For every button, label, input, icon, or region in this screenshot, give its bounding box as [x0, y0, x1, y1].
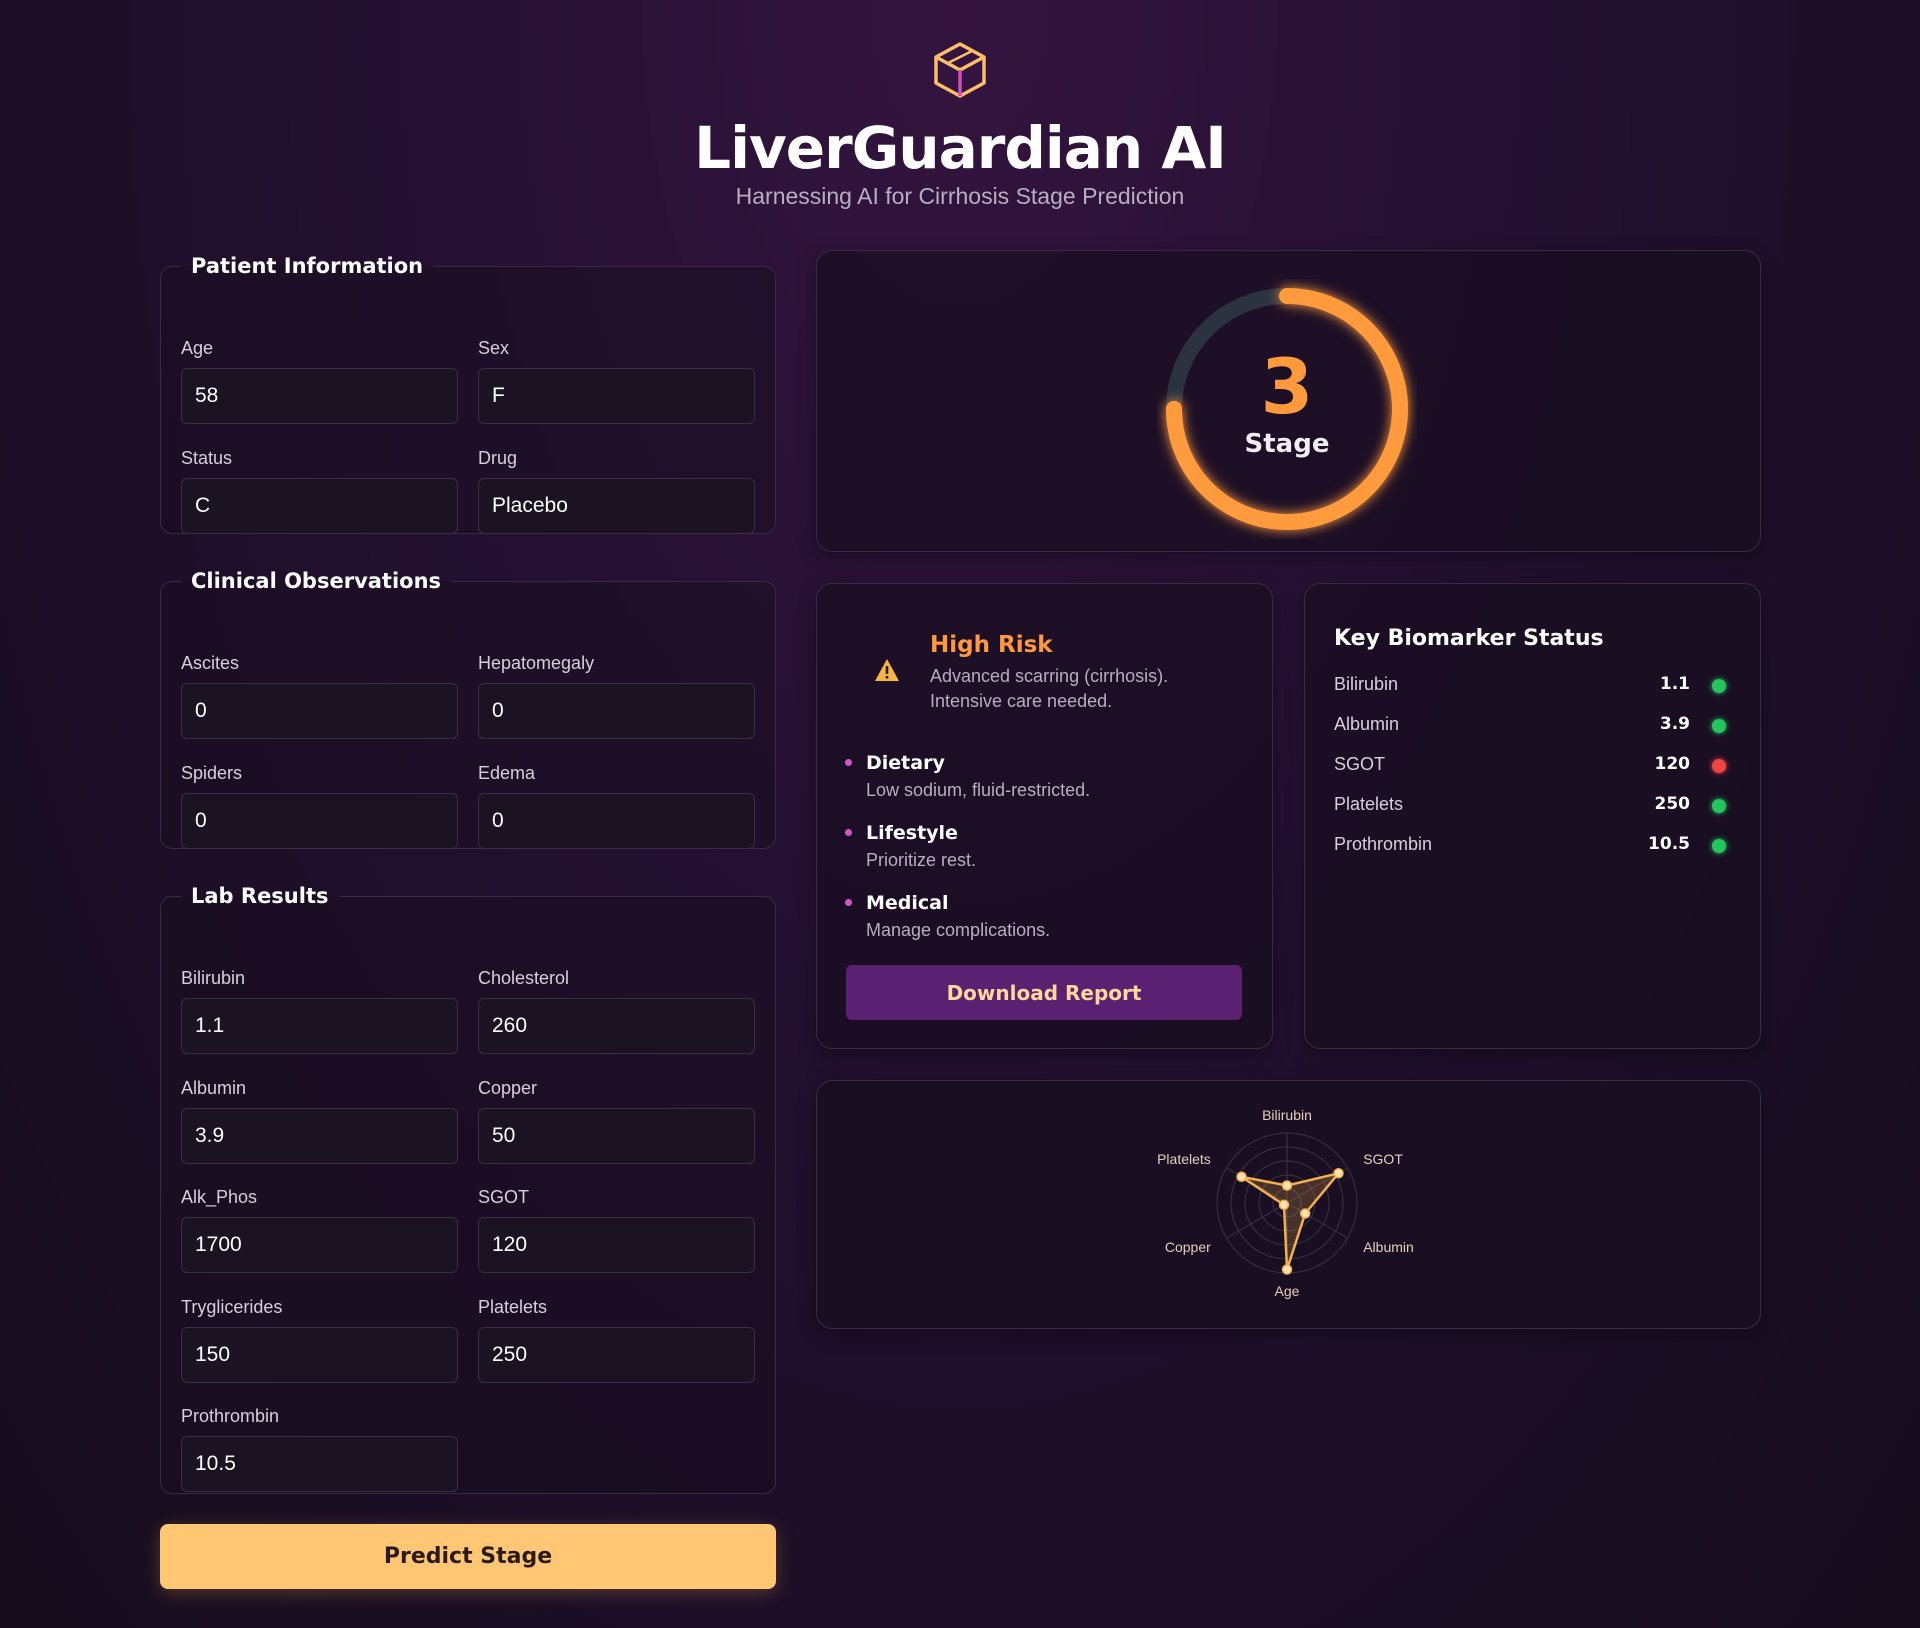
- field-label: Ascites: [181, 653, 240, 673]
- biomarker-value: 10.5: [1648, 834, 1690, 854]
- radar-point: [1333, 1168, 1344, 1179]
- biomarker-name: SGOT: [1334, 754, 1386, 774]
- radar-chart: Bilirubin SGOT Albumin Age Copper Platelets: [1157, 1107, 1414, 1299]
- recommendation-detail: Prioritize rest.: [866, 850, 977, 870]
- recommendation-heading: Dietary: [866, 752, 945, 774]
- patient-info-section: Patient Information Age Sex Status Drug: [160, 254, 776, 534]
- field-label: Alk_Phos: [181, 1187, 258, 1207]
- field-label: Age: [181, 338, 214, 358]
- radar-point: [1281, 1180, 1293, 1191]
- field-label: Tryglicerides: [181, 1297, 283, 1317]
- bullet-icon: [845, 899, 852, 906]
- biomarker-row: SGOT 120: [1334, 754, 1730, 780]
- field-label: SGOT: [478, 1187, 530, 1207]
- radar-point: [1299, 1208, 1311, 1219]
- field-label: Sex: [478, 338, 510, 358]
- field-label: Platelets: [478, 1297, 548, 1317]
- status-dot-icon: [1712, 759, 1726, 773]
- biomarker-title: Key Biomarker Status: [1334, 626, 1604, 651]
- albumin-input[interactable]: [181, 1108, 458, 1164]
- bullet-icon: [845, 759, 852, 766]
- bilirubin-input[interactable]: [181, 998, 458, 1054]
- alk-phos-input[interactable]: [181, 1217, 458, 1273]
- app-title: LiverGuardian AI: [694, 114, 1227, 182]
- copper-input[interactable]: [478, 1108, 755, 1164]
- biomarker-value: 3.9: [1659, 714, 1690, 734]
- clinical-observations-section: Clinical Observations Ascites Hepatomega…: [160, 569, 776, 849]
- section-title: Clinical Observations: [191, 569, 442, 593]
- field-label: Hepatomegaly: [478, 653, 595, 673]
- drug-input[interactable]: [478, 478, 755, 534]
- radar-axis-label: Copper: [1165, 1239, 1211, 1255]
- risk-level: High Risk: [930, 632, 1053, 658]
- risk-description: Advanced scarring (cirrhosis). Intensive…: [930, 666, 1169, 711]
- radar-axis-label: Age: [1275, 1283, 1300, 1299]
- radar-point: [1278, 1199, 1290, 1210]
- biomarker-value: 1.1: [1659, 674, 1690, 694]
- status-dot-icon: [1712, 839, 1726, 853]
- field-label: Copper: [478, 1078, 538, 1098]
- recommendation-detail: Low sodium, fluid-restricted.: [866, 780, 1091, 800]
- biomarker-name: Prothrombin: [1334, 834, 1433, 854]
- radar-point: [1281, 1264, 1293, 1275]
- field-label: Spiders: [181, 763, 243, 783]
- edema-input[interactable]: [478, 793, 755, 849]
- recommendation-heading: Lifestyle: [866, 822, 958, 844]
- age-input[interactable]: [181, 368, 458, 424]
- predict-stage-button[interactable]: Predict Stage: [160, 1524, 776, 1589]
- ascites-input[interactable]: [181, 683, 458, 739]
- biomarker-row: Platelets 250: [1334, 794, 1730, 820]
- status-dot-icon: [1712, 799, 1726, 813]
- radar-point: [1236, 1171, 1247, 1182]
- field-label: Drug: [478, 448, 518, 468]
- section-title: Lab Results: [191, 884, 329, 908]
- stage-gauge: 3 Stage: [1157, 279, 1417, 539]
- biomarker-card: Key Biomarker Status Bilirubin 1.1 Album…: [1304, 583, 1761, 1049]
- radar-chart-card: Bilirubin SGOT Albumin Age Copper Platelets: [816, 1080, 1761, 1329]
- stage-value: 3: [1260, 342, 1314, 431]
- cholesterol-input[interactable]: [478, 998, 755, 1054]
- biomarker-name: Platelets: [1334, 794, 1404, 814]
- field-label: Albumin: [181, 1078, 247, 1098]
- platelets-input[interactable]: [478, 1327, 755, 1383]
- sgot-input[interactable]: [478, 1217, 755, 1273]
- hepatomegaly-input[interactable]: [478, 683, 755, 739]
- sex-input[interactable]: [478, 368, 755, 424]
- radar-axis-label: Platelets: [1157, 1151, 1211, 1167]
- prothrombin-input[interactable]: [181, 1436, 458, 1492]
- recommendation-heading: Medical: [866, 892, 949, 914]
- biomarker-row: Albumin 3.9: [1334, 714, 1730, 740]
- status-dot-icon: [1712, 719, 1726, 733]
- status-input[interactable]: [181, 478, 458, 534]
- radar-axis-label: SGOT: [1363, 1151, 1403, 1167]
- spiders-input[interactable]: [181, 793, 458, 849]
- field-label: Edema: [478, 763, 536, 783]
- biomarker-value: 120: [1654, 754, 1691, 774]
- biomarker-row: Bilirubin 1.1: [1334, 674, 1730, 700]
- lab-results-section: Lab Results Bilirubin Cholesterol Albumi…: [160, 884, 776, 1494]
- warning-triangle-icon: [875, 659, 899, 681]
- biomarker-name: Albumin: [1334, 714, 1400, 734]
- biomarker-row: Prothrombin 10.5: [1334, 834, 1730, 860]
- radar-axis-label: Bilirubin: [1262, 1107, 1312, 1123]
- bullet-icon: [845, 829, 852, 836]
- risk-card: High Risk Advanced scarring (cirrhosis).…: [816, 583, 1273, 1049]
- radar-axis-label: Albumin: [1363, 1239, 1414, 1255]
- field-label: Cholesterol: [478, 968, 570, 988]
- app-subtitle: Harnessing AI for Cirrhosis Stage Predic…: [735, 183, 1185, 209]
- section-title: Patient Information: [191, 254, 424, 278]
- field-label: Status: [181, 448, 233, 468]
- download-report-button[interactable]: Download Report: [846, 965, 1242, 1020]
- field-label: Prothrombin: [181, 1406, 280, 1426]
- stage-card: 3 Stage: [816, 250, 1761, 552]
- recommendation-detail: Manage complications.: [866, 920, 1051, 940]
- app-header: LiverGuardian AI Harnessing AI for Cirrh…: [0, 38, 1920, 210]
- biomarker-name: Bilirubin: [1334, 674, 1399, 694]
- biomarker-value: 250: [1654, 794, 1691, 814]
- stage-label: Stage: [1244, 429, 1330, 459]
- field-label: Bilirubin: [181, 968, 246, 988]
- tryglicerides-input[interactable]: [181, 1327, 458, 1383]
- status-dot-icon: [1712, 679, 1726, 693]
- cube-icon: [934, 42, 986, 98]
